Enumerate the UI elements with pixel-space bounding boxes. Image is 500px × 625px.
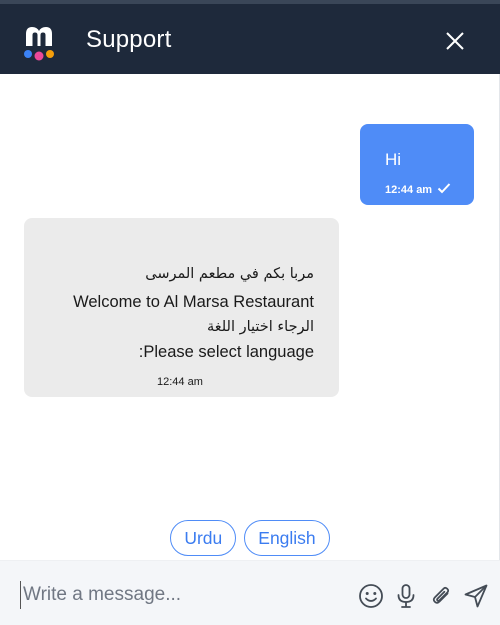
message-list[interactable]: Hi 12:44 am مربا بكم في مطعم المرسى Welc…	[0, 74, 500, 554]
incoming-message: مربا بكم في مطعم المرسى Welcome to Al Ma…	[24, 218, 339, 397]
message-text: Hi	[385, 150, 402, 169]
message-time: 12:44 am	[385, 184, 433, 196]
message-composer	[0, 560, 500, 625]
chat-widget: Support Hi 12:44 am مربا بكم في مطعم الم…	[0, 0, 500, 625]
microphone-icon[interactable]	[393, 583, 419, 609]
message-input[interactable]	[20, 581, 340, 609]
send-icon[interactable]	[463, 583, 489, 609]
message-line-arabic-select: الرجاء اختيار اللغة	[206, 319, 314, 335]
check-icon	[437, 183, 451, 194]
message-time: 12:44 am	[157, 376, 203, 388]
message-line-arabic-welcome: مربا بكم في مطعم المرسى	[145, 266, 314, 282]
outgoing-message: Hi 12:44 am	[360, 124, 474, 205]
message-line-select: :Please select language	[138, 343, 314, 361]
brand-m-logo-icon	[24, 27, 54, 61]
quick-reply-english[interactable]: English	[244, 520, 330, 556]
header-title: Support	[86, 26, 172, 53]
paperclip-icon[interactable]	[428, 583, 454, 609]
chat-header: Support	[0, 0, 500, 74]
quick-reply-urdu[interactable]: Urdu	[170, 520, 237, 556]
message-line-welcome: Welcome to Al Marsa Restaurant	[73, 293, 314, 311]
close-icon[interactable]	[440, 26, 470, 56]
quick-replies: Urdu English	[0, 520, 500, 556]
smiley-icon[interactable]	[358, 583, 384, 609]
